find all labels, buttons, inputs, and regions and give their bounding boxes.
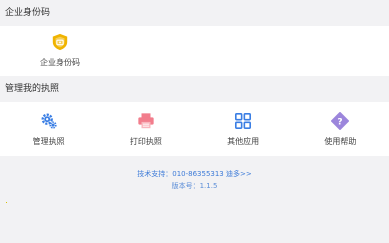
other-apps-label: 其他应用 <box>227 137 260 146</box>
print-license-label: 打印执照 <box>129 137 162 146</box>
tech-support-link[interactable]: 技术支持：010-86355313 迪多>> <box>0 168 389 180</box>
help-icon: ? <box>331 112 350 130</box>
help-tile[interactable]: ? 使用帮助 <box>292 102 389 156</box>
svg-text:?: ? <box>338 118 343 128</box>
footer: 技术支持：010-86355313 迪多>> 版本号：1.1.5 <box>0 168 389 192</box>
enterprise-id-tile[interactable]: 企业身份码 <box>10 26 110 76</box>
shield-badge-icon <box>52 33 68 51</box>
grid-apps-icon <box>235 112 252 130</box>
license-panel: 管理执照 打印执照 其他应用 ? 使用帮助 <box>0 102 389 156</box>
print-license-tile[interactable]: 打印执照 <box>97 102 194 156</box>
help-label: 使用帮助 <box>324 137 357 146</box>
other-apps-tile[interactable]: 其他应用 <box>195 102 292 156</box>
manage-license-tile[interactable]: 管理执照 <box>0 102 97 156</box>
printer-icon <box>138 113 154 129</box>
enterprise-section-title: 企业身份码 <box>5 8 51 18</box>
manage-license-label: 管理执照 <box>32 137 65 146</box>
enterprise-id-label: 企业身份码 <box>40 58 80 67</box>
version-text: 版本号：1.1.5 <box>171 182 218 190</box>
stray-dot <box>6 202 7 203</box>
license-section-title: 管理我的执照 <box>5 84 60 94</box>
enterprise-panel: 企业身份码 <box>0 26 389 76</box>
gear-icon <box>41 113 57 129</box>
